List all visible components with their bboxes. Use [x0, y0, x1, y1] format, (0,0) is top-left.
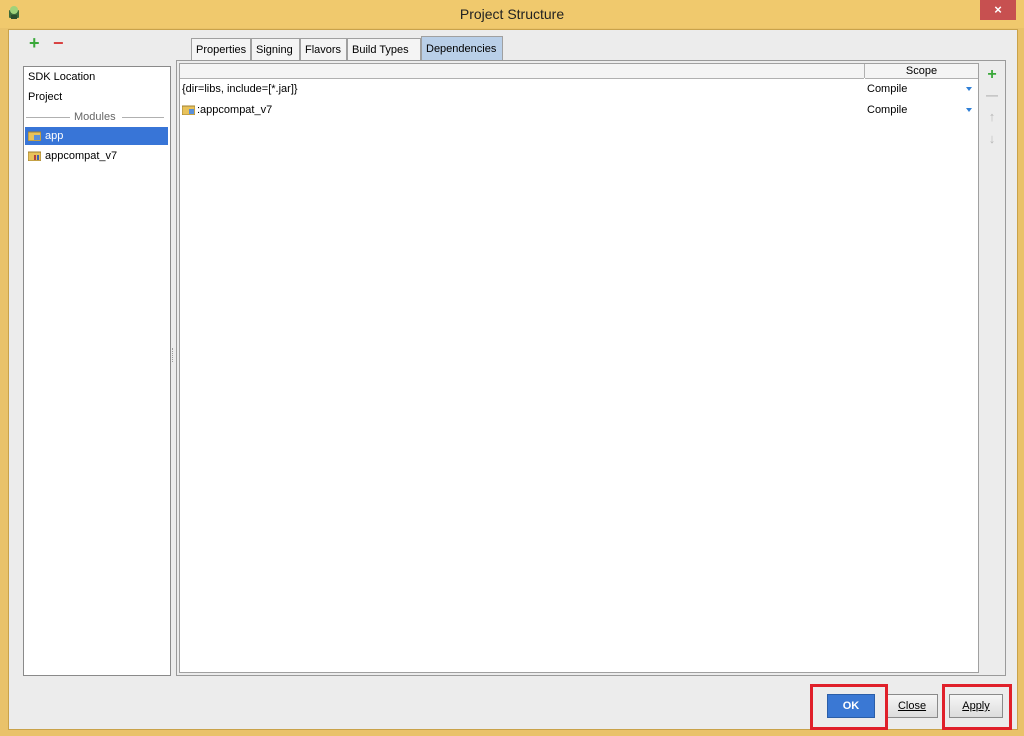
title-bar: Project Structure ×: [0, 0, 1024, 28]
close-button-label: Close: [897, 700, 927, 712]
move-down-icon[interactable]: ↓: [981, 129, 1003, 149]
table-row[interactable]: :appcompat_v7 Compile: [180, 100, 978, 120]
dependency-name: {dir=libs, include=[*.jar]}: [182, 83, 298, 95]
splitter-handle[interactable]: [172, 348, 175, 362]
dependency-name: :appcompat_v7: [197, 104, 273, 116]
modules-header: Modules: [74, 111, 116, 123]
remove-dependency-icon[interactable]: —: [981, 85, 1003, 105]
tab-build-types[interactable]: Build Types: [347, 38, 421, 60]
scope-value[interactable]: Compile: [867, 100, 907, 120]
remove-module-icon[interactable]: −: [53, 34, 64, 52]
window-title: Project Structure: [459, 6, 565, 22]
project-structure-nav: SDK Location Project Modules app appcomp…: [23, 66, 171, 676]
dependencies-table: Scope {dir=libs, include=[*.jar]} Compil…: [179, 63, 979, 673]
dependency-toolbar: + — ↑ ↓: [981, 65, 1003, 185]
move-up-icon[interactable]: ↑: [981, 107, 1003, 127]
nav-item-project[interactable]: Project: [26, 88, 62, 106]
module-label: appcompat_v7: [45, 150, 118, 162]
dependencies-panel: Scope {dir=libs, include=[*.jar]} Compil…: [176, 60, 1006, 676]
close-button[interactable]: Close: [886, 694, 938, 718]
tab-dependencies[interactable]: Dependencies: [421, 36, 503, 60]
tab-flavors[interactable]: Flavors: [300, 38, 347, 60]
column-header-name[interactable]: [180, 64, 864, 79]
modules-separator: Modules: [26, 110, 164, 124]
window-close-button[interactable]: ×: [980, 0, 1016, 20]
module-folder-icon: [182, 105, 195, 115]
module-item-app[interactable]: app: [25, 127, 168, 145]
nav-item-sdk-location[interactable]: SDK Location: [26, 68, 95, 86]
scope-value[interactable]: Compile: [867, 79, 907, 99]
column-header-scope[interactable]: Scope: [865, 64, 978, 79]
ok-highlight-box: [810, 684, 888, 730]
add-dependency-icon[interactable]: +: [981, 65, 1003, 85]
tab-properties[interactable]: Properties: [191, 38, 251, 60]
add-module-icon[interactable]: +: [29, 34, 40, 52]
dialog-client-area: + − SDK Location Project Modules app app…: [8, 29, 1018, 730]
apply-highlight-box: [942, 684, 1012, 730]
scope-dropdown-arrow-icon[interactable]: [966, 108, 972, 112]
scope-dropdown-arrow-icon[interactable]: [966, 87, 972, 91]
module-label: app: [45, 130, 64, 142]
table-row[interactable]: {dir=libs, include=[*.jar]} Compile: [180, 79, 978, 99]
module-folder-icon: [28, 131, 41, 141]
library-module-icon: [28, 151, 41, 161]
module-item-appcompat-v7[interactable]: appcompat_v7: [25, 147, 168, 165]
tab-signing[interactable]: Signing: [251, 38, 300, 60]
